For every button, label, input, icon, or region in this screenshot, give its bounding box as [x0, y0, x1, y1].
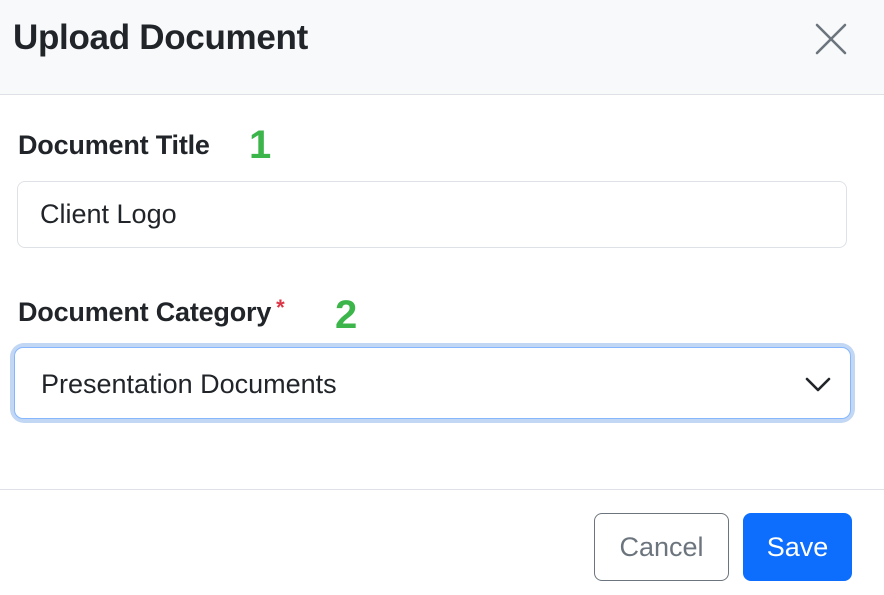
document-category-label: Document Category * [18, 295, 285, 328]
chevron-down-icon [803, 372, 833, 396]
cancel-button[interactable]: Cancel [594, 513, 729, 581]
required-asterisk: * [276, 295, 285, 320]
close-icon [815, 23, 847, 55]
upload-document-modal: Upload Document Document Title 1 Documen… [0, 0, 884, 595]
document-title-label: Document Title [18, 130, 210, 161]
document-category-select[interactable]: Presentation Documents [14, 347, 851, 419]
document-category-selected-value: Presentation Documents [41, 369, 337, 399]
document-category-label-text: Document Category [18, 297, 272, 327]
document-title-input[interactable] [17, 181, 847, 248]
modal-title: Upload Document [13, 18, 308, 57]
document-category-select-wrapper: Presentation Documents [14, 347, 851, 419]
close-button[interactable] [810, 18, 852, 60]
step-marker-1: 1 [249, 123, 272, 167]
save-button[interactable]: Save [743, 513, 852, 581]
modal-footer: Cancel Save [0, 489, 884, 595]
modal-header: Upload Document [0, 0, 884, 95]
document-title-label-text: Document Title [18, 130, 210, 160]
step-marker-2: 2 [335, 293, 358, 337]
